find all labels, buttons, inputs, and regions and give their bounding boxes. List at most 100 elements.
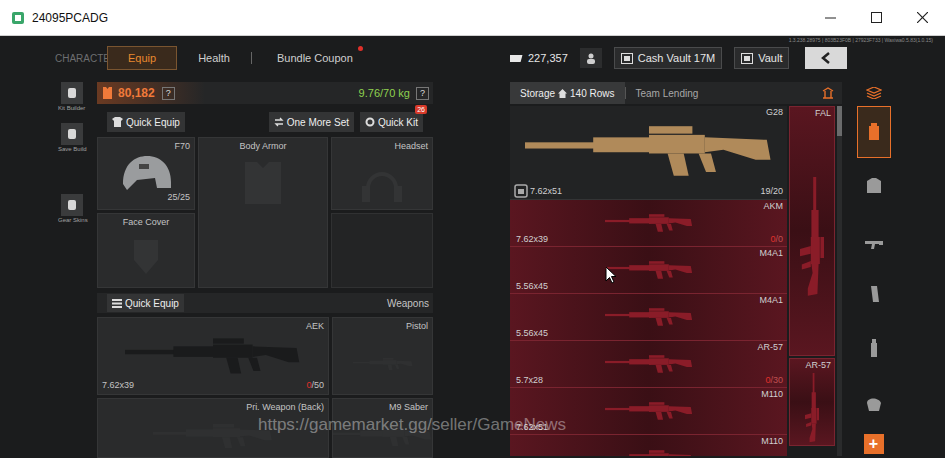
side-tool[interactable]: Save Build — [58, 123, 90, 154]
storage-item[interactable]: AKM7.62x390/0 — [510, 200, 787, 247]
row-count: 140 Rows — [570, 86, 614, 101]
ammo-capacity: /30 — [771, 375, 784, 385]
nav-tab[interactable]: Health — [177, 46, 251, 71]
section-title: CHARACTER — [55, 51, 107, 66]
gear-slot[interactable]: Face Cover — [97, 213, 195, 288]
badge: 26 — [415, 105, 427, 114]
ammo-capacity: /0 — [776, 234, 784, 244]
build-info: 1.3.238.28975 | 803B23F0B | 27923F733 | … — [789, 37, 933, 43]
minimize-button[interactable] — [807, 0, 853, 36]
swap-icon — [274, 117, 284, 127]
title-bar: 24095PCADG — [0, 0, 945, 36]
rifle-icon — [564, 353, 734, 375]
side-tool[interactable]: Gear Skins — [58, 194, 90, 225]
profile-button[interactable] — [580, 48, 602, 68]
storage-item[interactable]: AR-575.7x280/30 — [510, 341, 787, 388]
caliber: 5.7x28 — [516, 375, 543, 386]
weapon-slot[interactable]: Pri. Weapon (Back) — [97, 398, 329, 458]
maximize-button[interactable] — [853, 0, 899, 36]
caliber: 7.62x51 — [516, 422, 548, 433]
quick-equip-button[interactable]: Quick Equip — [107, 112, 185, 132]
storage-item[interactable]: M110 7.62x51 — [510, 388, 787, 435]
category-tab[interactable] — [857, 160, 891, 212]
tool-label: Save Build — [58, 145, 87, 154]
side-tool[interactable]: Kit Builder — [58, 82, 90, 113]
tool-icon — [66, 199, 78, 211]
quick-equip-button[interactable]: Quick Equip — [107, 294, 184, 312]
item-name: M4A1 — [760, 295, 784, 306]
quick-kit-button[interactable]: Quick Kit26 — [360, 112, 423, 132]
category-tab[interactable] — [857, 268, 891, 320]
slot-label: Body Armor — [239, 140, 286, 154]
weight: 9.76/70 kg — [359, 85, 410, 102]
gear-slot[interactable]: Headset — [331, 137, 433, 210]
sort-button[interactable] — [822, 87, 834, 99]
slot-label: Headset — [394, 140, 428, 154]
back-button[interactable] — [805, 47, 847, 69]
scrollbar[interactable] — [837, 106, 842, 456]
item-name: AKM — [764, 201, 784, 212]
gear-slot[interactable]: F7025/25 — [97, 137, 195, 210]
tool-label: Kit Builder — [58, 104, 85, 113]
item-name: G28 — [766, 107, 783, 118]
tool-icon — [66, 87, 78, 99]
cash-amount: 227,357 — [528, 50, 568, 67]
category-icon — [863, 337, 885, 359]
item-name: FAL — [815, 108, 831, 119]
category-icon — [863, 121, 885, 143]
weapon-slot[interactable]: AEK7.62x390/50 — [97, 317, 329, 395]
home-icon — [558, 89, 567, 98]
slot-label: F70 — [174, 140, 190, 154]
storage-tab[interactable]: Storage140 Rows — [510, 82, 625, 104]
storage-item[interactable]: M110 — [510, 435, 787, 456]
category-bar: + — [855, 82, 892, 458]
weapon-slot[interactable]: Pistol — [332, 317, 433, 395]
storage-tab[interactable]: Team Lending — [626, 82, 709, 104]
gear-slot[interactable]: Body Armor — [198, 137, 328, 288]
storage-item[interactable]: AR-57 — [789, 358, 835, 446]
ammo-capacity: /20 — [771, 186, 784, 196]
rifle-icon — [524, 120, 774, 182]
close-button[interactable] — [899, 0, 945, 36]
vault-button[interactable]: Vault — [734, 47, 789, 69]
item-name: M110 — [761, 389, 783, 400]
vault-button[interactable]: Cash Vault 17M — [614, 47, 722, 69]
add-button[interactable]: + — [864, 434, 884, 454]
category-tab[interactable] — [857, 106, 891, 158]
rifle-icon — [564, 400, 734, 422]
item-name: AR-57 — [758, 342, 784, 353]
storage-item[interactable]: G28 7.62x51 19/20 — [510, 106, 787, 200]
rifle-icon — [564, 259, 734, 281]
category-tab[interactable] — [857, 376, 891, 428]
nav-tab[interactable]: Equip — [107, 46, 177, 71]
storage-item[interactable]: M4A15.56x45 — [510, 294, 787, 341]
notification-dot — [358, 46, 363, 51]
shirt-icon — [112, 117, 123, 127]
vest-icon — [101, 86, 114, 100]
one-more-set-button[interactable]: One More Set — [269, 112, 354, 132]
rifle-icon — [564, 448, 734, 457]
mask-icon — [116, 234, 176, 284]
storage-item[interactable]: M4A15.56x45 — [510, 247, 787, 294]
watermark: https://gamemarket.gg/seller/GameNews — [258, 415, 566, 434]
tab-label: Equip — [128, 52, 156, 64]
button-label: Cash Vault 17M — [638, 50, 715, 67]
item-name: AR-57 — [806, 360, 832, 371]
close-icon — [917, 12, 928, 23]
minimize-icon — [825, 12, 836, 23]
category-tab[interactable] — [857, 214, 891, 266]
caliber: 7.62x51 — [530, 186, 562, 197]
button-label: Quick Kit — [378, 115, 418, 130]
button-label: Vault — [758, 50, 782, 67]
equip-panel: 80,182?9.76/70 kg?Quick EquipOne More Se… — [97, 82, 433, 458]
gear-value: 80,182 — [118, 84, 155, 102]
knife-icon — [333, 421, 432, 451]
storage-item[interactable]: FAL — [789, 106, 835, 356]
vault-icon — [741, 53, 753, 64]
rifle-icon — [797, 137, 827, 337]
ammo-count: 19 — [760, 186, 770, 196]
nav-tab[interactable]: Bundle Coupon — [256, 46, 374, 71]
weapon-slot[interactable]: M9 Saber — [332, 398, 433, 458]
category-tab[interactable] — [857, 322, 891, 374]
tab-label: Team Lending — [636, 86, 699, 101]
